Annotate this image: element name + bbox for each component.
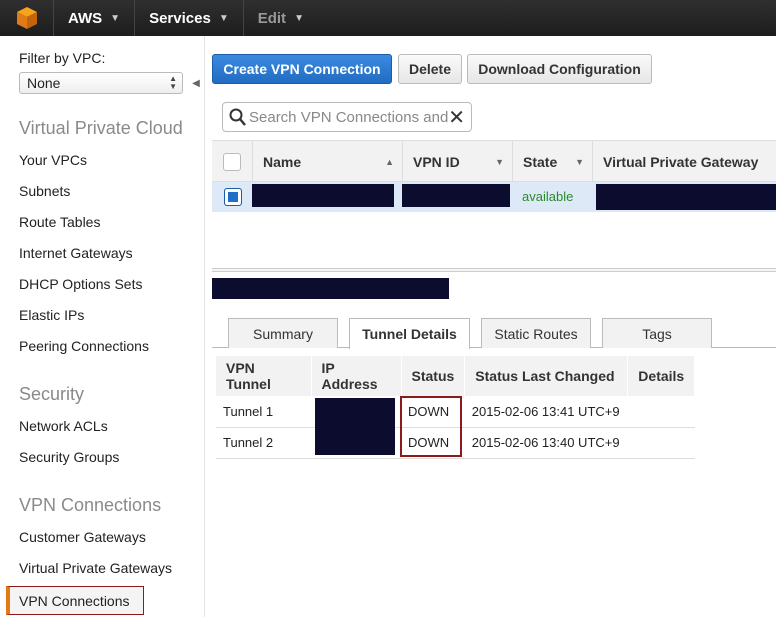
sidebar-item-internet-gateways[interactable]: Internet Gateways (19, 245, 133, 261)
tab-static-routes[interactable]: Static Routes (481, 318, 591, 348)
select-arrows-icon: ▲ ▼ (169, 74, 177, 91)
column-header-vpn-tunnel: VPN Tunnel (216, 356, 312, 396)
column-header-state[interactable]: State ▼ (512, 141, 592, 183)
delete-button[interactable]: Delete (398, 54, 462, 84)
edit-menu[interactable]: Edit ▼ (244, 0, 318, 36)
sidebar: Filter by VPC: None ▲ ▼ ◀ Virtual Private… (0, 36, 205, 617)
chevron-down-icon: ▼ (110, 12, 121, 24)
top-navigation-bar: AWS ▼ Services ▼ Edit ▼ (0, 0, 776, 36)
services-menu-label: Services (149, 9, 211, 27)
sidebar-item-network-acls[interactable]: Network ACLs (19, 418, 108, 434)
column-header-status: Status (401, 356, 466, 396)
sidebar-item-customer-gateways[interactable]: Customer Gateways (19, 529, 146, 545)
row-checkbox[interactable] (224, 188, 242, 206)
sidebar-item-elastic-ips[interactable]: Elastic IPs (19, 307, 84, 323)
aws-cube-icon[interactable] (0, 0, 54, 36)
sidebar-item-peering-connections[interactable]: Peering Connections (19, 338, 149, 354)
table-header-row: VPN Tunnel IP Address Status Status Last… (216, 356, 696, 396)
tunnel-status-last-changed: 2015-02-06 13:40 UTC+9 (464, 427, 628, 459)
column-header-label: Name (263, 154, 302, 170)
aws-menu[interactable]: AWS ▼ (54, 0, 136, 36)
redacted-name (252, 184, 394, 207)
tunnel-details (627, 427, 695, 459)
tab-summary[interactable]: Summary (228, 318, 338, 348)
column-header-label: State (523, 154, 558, 170)
vpn-grid-header: Name ▲ VPN ID ▼ State ▼ Virtual Private … (212, 140, 776, 183)
services-menu[interactable]: Services ▼ (135, 0, 244, 36)
search-box[interactable]: Search VPN Connections and their propert… (222, 102, 472, 132)
sidebar-item-your-vpcs[interactable]: Your VPCs (19, 152, 87, 168)
pane-splitter[interactable] (212, 268, 776, 272)
tunnel-status-last-changed: 2015-02-06 13:41 UTC+9 (464, 396, 628, 428)
tunnel-name: Tunnel 1 (216, 396, 311, 428)
clear-search-icon[interactable]: ✕ (448, 105, 465, 130)
sidebar-item-vpn-connections[interactable]: VPN Connections (6, 586, 144, 615)
column-header-details: Details (627, 356, 696, 396)
tunnel-name: Tunnel 2 (216, 427, 311, 459)
download-configuration-button[interactable]: Download Configuration (467, 54, 652, 84)
sidebar-item-dhcp-options-sets[interactable]: DHCP Options Sets (19, 276, 142, 292)
aws-menu-label: AWS (68, 9, 103, 27)
section-title-vpn-connections: VPN Connections (19, 495, 162, 515)
filter-by-vpc-select[interactable]: None ▲ ▼ (19, 72, 183, 94)
tab-tags[interactable]: Tags (602, 318, 712, 348)
column-header-virtual-private-gateway[interactable]: Virtual Private Gateway (592, 141, 776, 183)
column-header-ip-address: IP Address (311, 356, 402, 396)
sidebar-item-subnets[interactable]: Subnets (19, 183, 70, 199)
select-all-cell (212, 141, 252, 183)
state-available-text: available (522, 189, 574, 204)
column-header-status-last-changed: Status Last Changed (464, 356, 629, 396)
tunnel-details (627, 396, 695, 428)
edit-menu-label: Edit (257, 9, 287, 27)
column-header-vpn-id[interactable]: VPN ID ▼ (402, 141, 512, 183)
sort-icon: ▼ (575, 157, 584, 167)
sidebar-item-virtual-private-gateways[interactable]: Virtual Private Gateways (19, 560, 172, 576)
chevron-down-icon: ▼ (294, 12, 304, 24)
status-highlight-box (400, 396, 462, 457)
section-title-vpc: Virtual Private Cloud (19, 118, 183, 138)
redacted-vpn-id (402, 184, 510, 207)
column-header-label: Virtual Private Gateway (603, 154, 759, 170)
select-all-checkbox[interactable] (223, 153, 241, 171)
collapse-sidebar-icon[interactable]: ◀ (187, 72, 205, 94)
search-icon (229, 107, 247, 130)
redacted-selection-title (212, 278, 449, 299)
redacted-virtual-private-gateway (596, 184, 776, 210)
column-header-label: VPN ID (413, 154, 460, 170)
filter-by-vpc-value: None (27, 75, 61, 91)
column-header-name[interactable]: Name ▲ (252, 141, 402, 183)
filter-by-vpc-label: Filter by VPC: (19, 50, 106, 66)
section-title-security: Security (19, 384, 85, 404)
create-vpn-connection-button[interactable]: Create VPN Connection (212, 54, 392, 84)
sort-icon: ▼ (495, 157, 504, 167)
sidebar-item-label: VPN Connections (19, 593, 130, 609)
sidebar-item-security-groups[interactable]: Security Groups (19, 449, 119, 465)
sort-ascending-icon: ▲ (385, 157, 394, 167)
search-input[interactable]: Search VPN Connections and their propert… (249, 109, 449, 126)
tab-tunnel-details[interactable]: Tunnel Details (349, 318, 470, 349)
chevron-down-icon: ▼ (218, 12, 229, 24)
sidebar-item-route-tables[interactable]: Route Tables (19, 214, 100, 230)
redacted-ip-addresses (315, 398, 395, 455)
